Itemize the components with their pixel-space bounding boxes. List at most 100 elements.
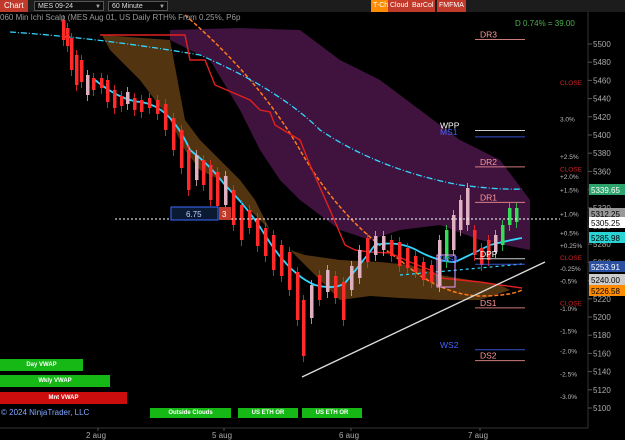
- price-tag: 5226.58: [591, 287, 620, 296]
- us-eth-or-button-2[interactable]: US ETH OR: [302, 408, 362, 418]
- y-tick-label: 5420: [593, 113, 611, 122]
- candle-body: [156, 100, 160, 114]
- candle-body: [100, 78, 104, 88]
- chevron-down-icon: ▼: [159, 4, 165, 10]
- candle-body: [334, 276, 338, 298]
- copyright-text: © 2024 NinjaTrader, LLC: [1, 408, 90, 417]
- candle-body: [374, 236, 378, 255]
- pivot-label: DR3: [480, 29, 497, 39]
- pct-label: CLOSE: [560, 255, 583, 262]
- candle-body: [172, 118, 176, 150]
- toggle-barcol-button[interactable]: BarCol: [410, 0, 436, 12]
- candle-body: [264, 228, 268, 256]
- pct-label: 3.0%: [560, 117, 575, 124]
- x-tick-label: 6 aug: [339, 431, 359, 440]
- indicator-info-line: 060 Min Ichi Scalp (MES Aug 01, US Daily…: [0, 13, 241, 22]
- pct-label: -2.5%: [560, 371, 577, 378]
- candle-body: [501, 225, 505, 245]
- candle-body: [272, 235, 276, 270]
- y-tick-label: 5360: [593, 167, 611, 176]
- x-tick-label: 5 aug: [212, 431, 232, 440]
- toggle-cloud-button[interactable]: Cloud: [388, 0, 411, 12]
- candle-body: [366, 238, 370, 262]
- candle-body: [62, 20, 66, 40]
- price-tag: 5285.98: [591, 234, 620, 243]
- candle-body: [326, 270, 330, 292]
- x-tick-label: 7 aug: [468, 431, 488, 440]
- candle-body: [296, 272, 300, 320]
- candle-body: [473, 230, 477, 255]
- pivot-label: MS1: [440, 127, 458, 137]
- y-tick-label: 5380: [593, 149, 611, 158]
- candle-body: [120, 96, 124, 106]
- pnl-box-count: 3: [222, 210, 227, 219]
- candle-body: [232, 190, 236, 225]
- price-tag: 5240.00: [591, 276, 620, 285]
- candle-body: [350, 266, 354, 290]
- candle-body: [195, 155, 199, 180]
- candle-body: [406, 248, 410, 268]
- candle-body: [459, 200, 463, 230]
- pct-label: -1.5%: [560, 329, 577, 336]
- candle-body: [515, 208, 519, 222]
- y-tick-label: 5140: [593, 368, 611, 377]
- candle-body: [86, 75, 90, 95]
- candle-body: [140, 100, 144, 112]
- candle-body: [75, 55, 79, 85]
- us-eth-or-button-1[interactable]: US ETH OR: [238, 408, 298, 418]
- y-tick-label: 5460: [593, 76, 611, 85]
- candle-body: [288, 252, 292, 290]
- candle-body: [180, 130, 184, 168]
- price-tag: 5339.65: [591, 186, 620, 195]
- ratio-readout: D 0.74% = 39.00: [515, 19, 575, 28]
- price-tag: 5305.25: [591, 219, 620, 228]
- candle-body: [209, 165, 213, 200]
- candle-body: [187, 150, 191, 190]
- y-tick-label: 5160: [593, 349, 611, 358]
- candle-body: [342, 282, 346, 320]
- pnl-box-value: 6.75: [186, 210, 202, 219]
- candle-body: [164, 104, 168, 130]
- candle-body: [66, 28, 70, 46]
- pivot-label: DR2: [480, 157, 497, 167]
- mnt-vwap-button[interactable]: Mnt VWAP: [0, 392, 127, 404]
- candle-body: [148, 98, 152, 108]
- candle-body: [202, 160, 206, 185]
- candle-body: [382, 236, 386, 250]
- toggle-fmfma-button[interactable]: FMFMA: [437, 0, 466, 12]
- wkly-vwap-button[interactable]: Wkly VWAP: [0, 375, 110, 387]
- candle-body: [92, 78, 96, 90]
- y-tick-label: 5440: [593, 95, 611, 104]
- outside-clouds-button[interactable]: Outside Clouds: [150, 408, 231, 418]
- candle-body: [224, 176, 228, 205]
- y-tick-label: 5120: [593, 386, 611, 395]
- interval-selector[interactable]: 60 Minute ▼: [108, 1, 168, 11]
- candle-body: [70, 38, 74, 70]
- candle-body: [508, 208, 512, 225]
- pct-label: +2.0%: [560, 174, 579, 181]
- interval-label: 60 Minute: [112, 3, 143, 10]
- candle-body: [256, 218, 260, 246]
- pivot-label: WS2: [440, 340, 459, 350]
- day-vwap-button[interactable]: Day VWAP: [0, 359, 83, 371]
- pivot-label: DPP: [480, 249, 498, 259]
- chevron-down-icon: ▼: [95, 4, 101, 10]
- instrument-selector[interactable]: MES 09-24 ▼: [34, 1, 104, 11]
- pct-label: -3.0%: [560, 394, 577, 401]
- pct-label: -2.0%: [560, 349, 577, 356]
- pct-label: CLOSE: [560, 167, 583, 174]
- pct-label: CLOSE: [560, 80, 583, 87]
- candle-body: [133, 98, 137, 110]
- chart-tab[interactable]: Chart: [0, 0, 28, 12]
- pct-label: +2.5%: [560, 154, 579, 161]
- candle-body: [414, 256, 418, 272]
- pct-label: +0.25%: [560, 243, 582, 250]
- y-tick-label: 5180: [593, 331, 611, 340]
- pct-label: +1.0%: [560, 211, 579, 218]
- candle-body: [398, 242, 402, 266]
- pct-label: +0.5%: [560, 230, 579, 237]
- pct-label: +1.5%: [560, 188, 579, 195]
- y-tick-label: 5480: [593, 58, 611, 67]
- candle-body: [80, 60, 84, 82]
- pct-label: -0.5%: [560, 279, 577, 286]
